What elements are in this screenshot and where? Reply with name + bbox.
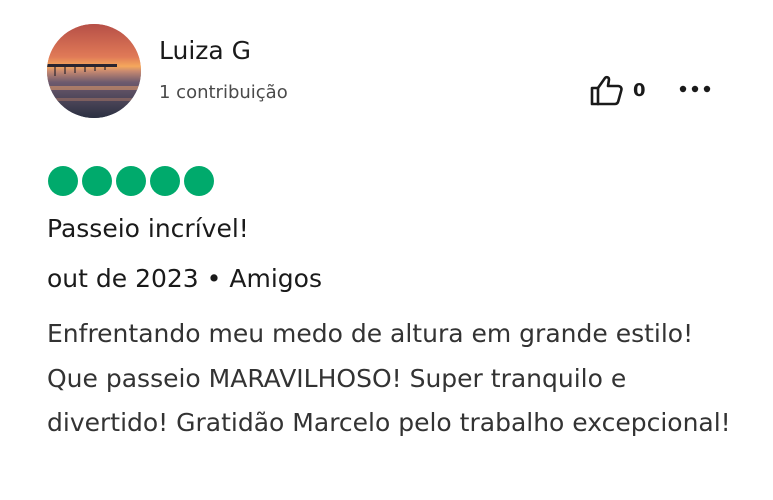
rating-bubble — [48, 166, 78, 196]
trip-type: Amigos — [229, 264, 322, 293]
more-options-button[interactable] — [678, 78, 712, 100]
helpful-vote[interactable]: 0 — [590, 74, 646, 106]
rating-bubble — [150, 166, 180, 196]
avatar-photo — [47, 24, 141, 118]
review-text: Enfrentando meu medo de altura em grande… — [47, 319, 731, 437]
reviewer-name[interactable]: Luiza G — [159, 36, 251, 65]
rating-bubble — [82, 166, 112, 196]
avatar[interactable] — [47, 24, 141, 118]
rating-bubble — [116, 166, 146, 196]
rating-bubble — [184, 166, 214, 196]
contribution-count: 1 contribuição — [159, 82, 288, 103]
rating-bubbles — [48, 166, 214, 196]
review-title[interactable]: Passeio incrível! — [47, 214, 249, 243]
review-date: out de 2023 — [47, 264, 199, 293]
helpful-count: 0 — [633, 79, 646, 101]
more-options-icon — [679, 85, 711, 93]
thumbs-up-icon[interactable] — [590, 74, 624, 106]
review-meta: out de 2023 • Amigos — [47, 264, 322, 293]
meta-separator: • — [206, 264, 222, 293]
